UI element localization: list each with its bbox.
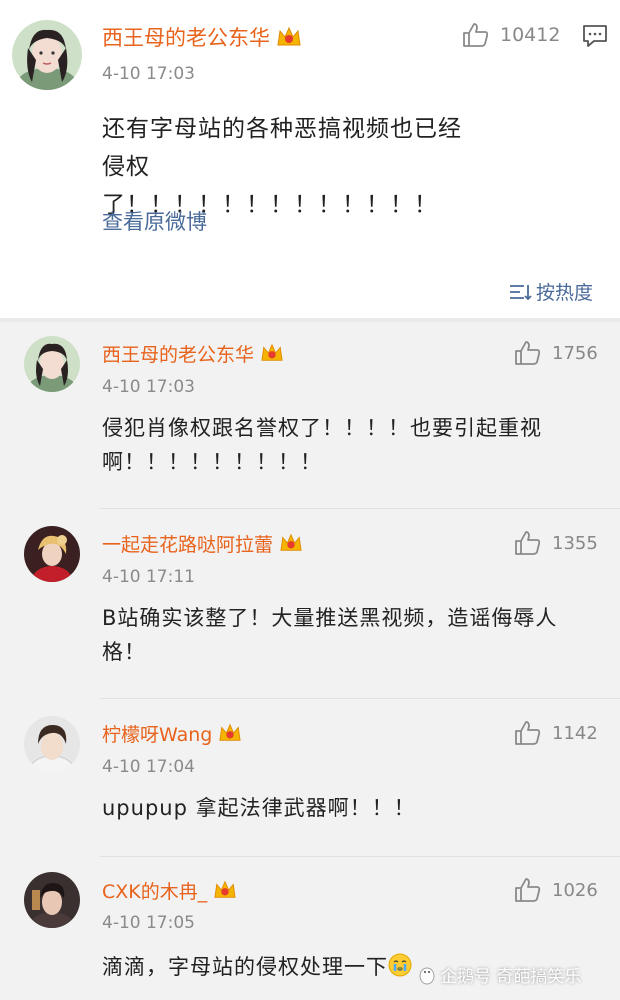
like-button[interactable]: 1355 xyxy=(514,530,598,556)
comment-text: B站确实该整了！大量推送黑视频，造谣侮辱人格！ xyxy=(102,606,558,664)
comment-time: 4-10 17:11 xyxy=(102,567,195,587)
like-button[interactable]: 1026 xyxy=(514,877,598,903)
username[interactable]: 一起走花路哒阿拉蕾 xyxy=(102,530,303,559)
comment-time: 4-10 17:03 xyxy=(102,377,195,397)
vip-crown-icon xyxy=(218,722,242,749)
like-count: 1026 xyxy=(552,879,598,901)
avatar[interactable] xyxy=(24,872,80,928)
vip-crown-icon xyxy=(260,342,284,369)
sort-icon xyxy=(510,284,532,300)
like-button[interactable]: 10412 xyxy=(462,22,560,48)
like-count: 10412 xyxy=(500,24,561,46)
username[interactable]: 西王母的老公东华 xyxy=(102,22,302,54)
avatar[interactable] xyxy=(24,336,80,392)
vip-crown-icon xyxy=(276,25,302,54)
avatar[interactable] xyxy=(24,526,80,582)
thumbs-up-icon xyxy=(515,341,541,365)
section-divider xyxy=(0,318,620,322)
username-text[interactable]: 柠檬呀Wang xyxy=(102,724,212,746)
reply-icon[interactable] xyxy=(582,24,608,52)
like-button[interactable]: 1142 xyxy=(514,720,598,746)
view-original-link[interactable]: 查看原微博 xyxy=(102,206,207,236)
comment-text-content: 滴滴，字母站的侵权处理一下 xyxy=(102,955,388,979)
comment-separator xyxy=(100,508,620,509)
like-button[interactable]: 1756 xyxy=(514,340,598,366)
crying-emoji-icon xyxy=(388,953,412,987)
username[interactable]: 西王母的老公东华 xyxy=(102,340,284,369)
comment-text: upupup 拿起法律武器啊！！！ xyxy=(102,796,416,820)
comment-time: 4-10 17:05 xyxy=(102,913,195,933)
thumbs-up-icon xyxy=(463,23,489,47)
avatar[interactable] xyxy=(12,20,82,90)
username[interactable]: 柠檬呀Wang xyxy=(102,720,242,749)
username-text[interactable]: 西王母的老公东华 xyxy=(102,344,254,366)
username-text[interactable]: 西王母的老公东华 xyxy=(102,26,270,50)
comment-separator xyxy=(100,856,620,857)
sort-label: 按热度 xyxy=(536,282,594,304)
like-count: 1355 xyxy=(552,532,598,554)
penguin-logo-icon xyxy=(419,967,435,984)
avatar[interactable] xyxy=(24,716,80,772)
username-text[interactable]: 一起走花路哒阿拉蕾 xyxy=(102,534,273,556)
username[interactable]: CXK的木冉_ xyxy=(102,877,237,906)
like-count: 1142 xyxy=(552,722,598,744)
like-count: 1756 xyxy=(552,342,598,364)
comment-text: 侵犯肖像权跟名誉权了！！！！也要引起重视啊！！！！！！！！！ xyxy=(102,416,542,474)
username-text[interactable]: CXK的木冉_ xyxy=(102,881,207,903)
comment-time: 4-10 17:04 xyxy=(102,757,195,777)
vip-crown-icon xyxy=(213,879,237,906)
thumbs-up-icon xyxy=(515,878,541,902)
thumbs-up-icon xyxy=(515,721,541,745)
vip-crown-icon xyxy=(279,532,303,559)
watermark: 企鹅号 奇葩搞笑乐 xyxy=(418,962,581,987)
comment-separator xyxy=(100,698,620,699)
watermark-text: 企鹅号 奇葩搞笑乐 xyxy=(440,967,582,987)
main-comment-card: 西王母的老公东华 4-10 17:03 10412 还有字母站的各种恶搞视频也已… xyxy=(0,0,620,318)
sort-by-hot-button[interactable]: 按热度 xyxy=(508,278,593,305)
thumbs-up-icon xyxy=(515,531,541,555)
comment-time: 4-10 17:03 xyxy=(102,64,195,84)
